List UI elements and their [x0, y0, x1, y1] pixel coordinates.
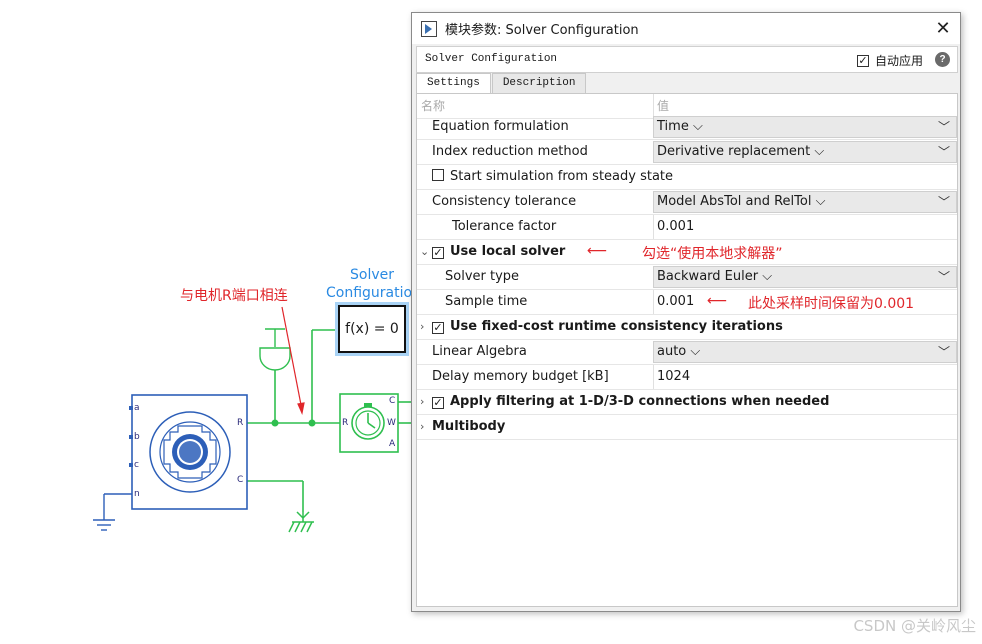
table-row: › ✓ Apply filtering at 1-D/3-D connection…	[417, 390, 957, 415]
equation-formulation-dropdown[interactable]: Time ﹀	[653, 116, 957, 138]
sample-time-annotation: 此处采样时间保留为0.001	[748, 296, 915, 312]
motor-annotation: 与电机R端口相连	[180, 288, 288, 304]
chevron-down-icon: ﹀	[937, 270, 950, 284]
junction-dot	[308, 419, 316, 427]
param-label: Apply filtering at 1-D/3-D connections w…	[450, 394, 830, 409]
consistency-tolerance-dropdown[interactable]: Model AbsTol and RelTol ﹀	[653, 191, 957, 213]
block-name: Solver Configuration	[425, 53, 558, 65]
table-row: › ✓ Use fixed-cost runtime consistency it…	[417, 315, 957, 340]
table-row: Start simulation from steady state	[417, 165, 957, 190]
steady-state-option[interactable]: Start simulation from steady state	[432, 165, 673, 189]
param-label: Start simulation from steady state	[450, 169, 674, 184]
apply-filtering-checkbox[interactable]: ✓	[432, 397, 444, 409]
arrow-left-icon: ⟵	[587, 243, 608, 259]
param-label: Sample time	[445, 294, 528, 309]
junction-dot	[271, 419, 279, 427]
table-row: Equation formulation Time ﹀	[417, 115, 957, 140]
solver-configuration-block[interactable]: f(x) = 0	[338, 305, 406, 353]
solver-block-title: Solver Configuration	[326, 266, 421, 302]
chevron-right-icon[interactable]: ›	[420, 390, 424, 414]
param-label: Tolerance factor	[452, 219, 557, 234]
motor-port-b: b	[134, 432, 140, 442]
chevron-down-icon: ﹀	[937, 195, 950, 209]
fixed-cost-checkbox[interactable]: ✓	[432, 322, 444, 334]
local-solver-annotation: 勾选“使用本地求解器”	[642, 246, 783, 262]
block-header: Solver Configuration ✓ 自动应用 ?	[416, 46, 958, 73]
pmsm-motor-block[interactable]	[129, 394, 248, 510]
steady-state-checkbox[interactable]	[432, 169, 444, 181]
index-reduction-dropdown[interactable]: Derivative replacement ﹀	[653, 141, 957, 163]
motor-port-c: c	[134, 460, 139, 470]
dropdown-value: Model AbsTol and RelTol	[657, 194, 812, 209]
parameter-table: 名称 值 Equation formulation Time ﹀ Index r…	[416, 93, 958, 607]
table-row: Solver type Backward Euler ﹀	[417, 265, 957, 290]
solver-block-title-line1: Solver	[350, 267, 394, 283]
chevron-down-icon[interactable]: ⌄	[420, 240, 429, 264]
table-row: Consistency tolerance Model AbsTol and R…	[417, 190, 957, 215]
chevron-right-icon[interactable]: ›	[420, 315, 424, 339]
motor-port-c-right: C	[237, 475, 244, 485]
dialog-titlebar[interactable]: 模块参数: Solver Configuration ✕	[412, 13, 960, 44]
solver-block-expr: f(x) = 0	[345, 321, 399, 337]
multibody-section[interactable]: Multibody	[432, 415, 505, 439]
motor-port-a: a	[134, 403, 140, 413]
simulink-block-icon	[421, 20, 437, 37]
sensor-port-a: A	[389, 439, 396, 449]
table-row: › Multibody	[417, 415, 957, 440]
auto-apply-label: 自动应用	[874, 54, 923, 68]
reference-element[interactable]	[259, 328, 291, 371]
chevron-down-icon: ﹀	[937, 145, 950, 159]
sensor-port-c: C	[389, 396, 396, 406]
param-label: Delay memory budget [kB]	[432, 369, 609, 384]
auto-apply-toggle[interactable]: ✓ 自动应用	[856, 52, 923, 69]
param-label: Consistency tolerance	[432, 194, 577, 209]
help-icon[interactable]: ?	[935, 52, 950, 67]
dropdown-value: Derivative replacement	[657, 144, 811, 159]
param-label: Solver type	[445, 269, 520, 284]
dropdown-value: auto	[657, 344, 687, 359]
table-row: Index reduction method Derivative replac…	[417, 140, 957, 165]
motor-port-n: n	[134, 489, 140, 499]
sensor-port-r: R	[342, 418, 349, 428]
param-label: Linear Algebra	[432, 344, 527, 359]
table-row: Tolerance factor 0.001	[417, 215, 957, 240]
table-row: ⌄ ✓ Use local solver ⟵ 勾选“使用本地求解器”	[417, 240, 957, 265]
linear-algebra-dropdown[interactable]: auto ﹀	[653, 341, 957, 363]
dropdown-value: Backward Euler	[657, 269, 759, 284]
chevron-down-icon: ﹀	[937, 120, 950, 134]
block-parameters-dialog[interactable]: 模块参数: Solver Configuration ✕ Solver Conf…	[411, 12, 961, 612]
solver-block-title-line2: Configuration	[326, 285, 421, 301]
param-label: Index reduction method	[432, 144, 588, 159]
tab-settings[interactable]: Settings	[416, 73, 491, 94]
fixed-cost-option[interactable]: ✓ Use fixed-cost runtime consistency iter…	[432, 315, 783, 339]
arrow-left-icon: ⟵	[707, 293, 728, 309]
motor-port-r: R	[237, 418, 244, 428]
watermark: CSDN @关岭风尘	[853, 617, 976, 635]
param-label: Use local solver	[450, 244, 566, 259]
param-label: Use fixed-cost runtime consistency itera…	[450, 319, 783, 334]
use-local-solver-checkbox[interactable]: ✓	[432, 247, 444, 259]
close-icon[interactable]: ✕	[932, 17, 954, 39]
param-label: Equation formulation	[432, 119, 569, 134]
apply-filtering-option[interactable]: ✓ Apply filtering at 1-D/3-D connections …	[432, 390, 829, 414]
auto-apply-checkbox[interactable]: ✓	[856, 54, 869, 67]
delay-memory-input[interactable]: 1024	[653, 365, 957, 389]
neutral-ground-icon[interactable]	[93, 493, 132, 531]
table-row: Sample time 0.001 ⟵ 此处采样时间保留为0.001	[417, 290, 957, 315]
parameter-tabs: Settings Description	[416, 73, 587, 94]
electrical-ground-icon[interactable]	[288, 511, 314, 533]
chevron-right-icon[interactable]: ›	[420, 415, 424, 439]
tab-description[interactable]: Description	[491, 73, 587, 93]
solver-type-dropdown[interactable]: Backward Euler ﹀	[653, 266, 957, 288]
table-row: Delay memory budget [kB] 1024	[417, 365, 957, 390]
use-local-solver-option[interactable]: ✓ Use local solver	[432, 240, 565, 264]
tolerance-factor-input[interactable]: 0.001	[653, 215, 957, 239]
chevron-down-icon: ﹀	[937, 345, 950, 359]
table-row: Linear Algebra auto ﹀	[417, 340, 957, 365]
dialog-title: 模块参数: Solver Configuration	[445, 23, 639, 38]
dropdown-value: Time	[657, 119, 689, 134]
sensor-port-w: W	[387, 418, 396, 428]
